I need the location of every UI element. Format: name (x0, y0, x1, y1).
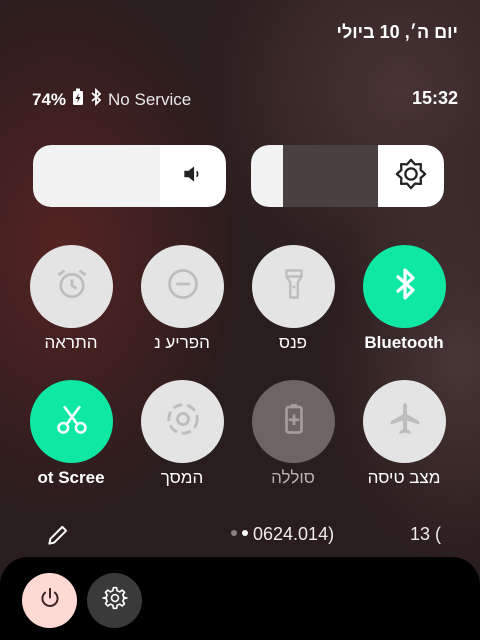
date-text: יום ה׳, 10 ביולי (336, 22, 458, 42)
battery-charging-icon (72, 88, 84, 111)
brightness-slider[interactable] (251, 145, 444, 207)
service-status: No Service (108, 89, 192, 109)
pencil-icon (45, 525, 71, 552)
page-dot-active (242, 530, 248, 536)
volume-slider[interactable] (33, 145, 226, 207)
screenshot-tile[interactable] (30, 380, 113, 463)
flashlight-label: פנס (278, 333, 308, 352)
flashlight-tile[interactable] (252, 245, 335, 328)
airplane-mode-label: מצב טיסה (367, 468, 441, 487)
airplane-mode-tile[interactable] (363, 380, 446, 463)
brightness-slider-handle[interactable] (378, 145, 444, 207)
screen-record-label: המסך (160, 468, 204, 487)
bluetooth-icon (390, 266, 420, 307)
volume-icon (180, 161, 206, 192)
status-indicators: 74% No Service (32, 87, 192, 111)
do-not-disturb-tile[interactable] (141, 245, 224, 328)
screenshot-icon (53, 400, 91, 443)
battery-percent: 74% (32, 89, 67, 109)
bluetooth-status-icon (90, 87, 102, 111)
page-dot (231, 530, 237, 536)
power-icon (37, 585, 63, 616)
alarm-label: התראה (44, 333, 98, 352)
page-indicator (231, 530, 248, 536)
edit-tiles-button[interactable] (45, 522, 71, 553)
screen-record-tile[interactable] (141, 380, 224, 463)
screenshot-label: ot Scree (37, 468, 105, 487)
alarm-tile[interactable] (30, 245, 113, 328)
flashlight-icon (276, 266, 312, 307)
settings-button[interactable] (87, 573, 142, 628)
volume-slider-handle[interactable] (160, 145, 226, 207)
bluetooth-label: Bluetooth (364, 333, 444, 352)
battery-saver-icon (276, 401, 312, 442)
alarm-icon (54, 266, 90, 307)
clock: 15:32 (411, 88, 458, 108)
build-number[interactable]: 0624.014) (253, 524, 334, 545)
do-not-disturb-label: הפריע נ (154, 333, 210, 352)
screen-record-icon (164, 400, 202, 443)
do-not-disturb-icon (165, 266, 201, 307)
power-button[interactable] (22, 573, 77, 628)
bottom-tray (0, 557, 480, 640)
brightness-icon (394, 157, 428, 196)
battery-saver-label: סוללה (271, 468, 315, 487)
gear-icon (101, 585, 128, 616)
battery-saver-tile[interactable] (252, 380, 335, 463)
airplane-icon (386, 400, 424, 443)
bluetooth-tile[interactable] (363, 245, 446, 328)
build-info-extra: 13 ( (410, 524, 442, 544)
